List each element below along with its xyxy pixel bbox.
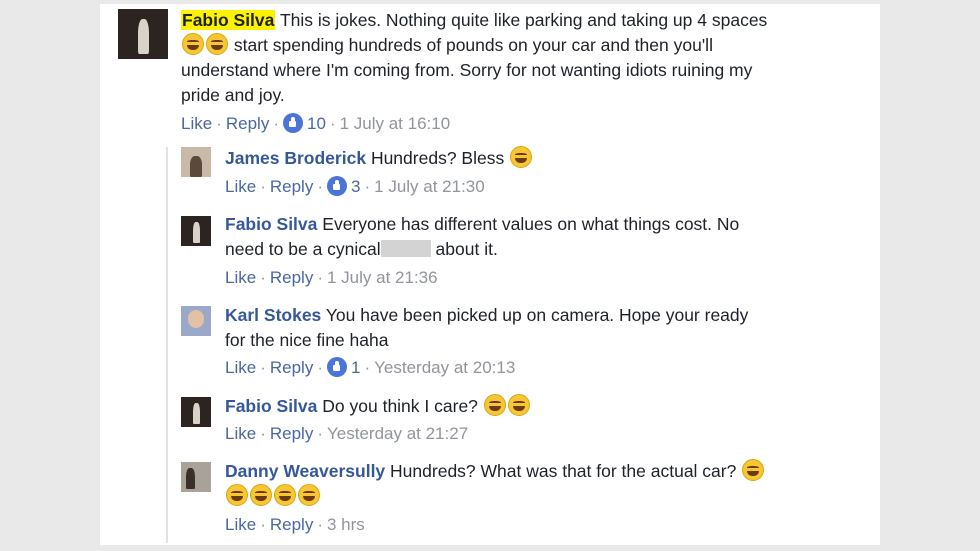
like-link[interactable]: Like <box>225 358 256 377</box>
like-thumb-icon <box>327 357 347 377</box>
tears-of-joy-emoji <box>742 459 765 481</box>
like-count[interactable]: 3 <box>351 177 360 196</box>
comment-meta: Like · Reply · 1 July at 21:36 <box>225 268 438 287</box>
comment-meta: Like · Reply · 3 · 1 July at 21:30 <box>225 176 485 196</box>
censored-word <box>380 240 431 257</box>
reply-link[interactable]: Reply <box>270 424 313 443</box>
tears-of-joy-emoji <box>226 484 248 506</box>
avatar[interactable] <box>181 397 211 427</box>
reply-link[interactable]: Reply <box>270 177 313 196</box>
timestamp[interactable]: 3 hrs <box>327 515 365 534</box>
like-count[interactable]: 1 <box>351 358 360 377</box>
reply-link[interactable]: Reply <box>226 114 269 133</box>
commenter-name[interactable]: Danny Weaversully <box>225 461 385 481</box>
comment-text: pride and joy. <box>181 85 285 105</box>
comment-text: need to be a cynical <box>225 239 381 259</box>
comment-body: Danny Weaversully Hundreds? What was tha… <box>225 459 865 509</box>
tears-of-joy-emoji <box>274 484 296 506</box>
reply-thread-line <box>166 147 168 543</box>
comment-meta: Like · Reply · 1 · Yesterday at 20:13 <box>225 357 516 377</box>
comment-text: Hundreds? What was that for the actual c… <box>390 461 737 481</box>
comment-body: James Broderick Hundreds? Bless <box>225 146 845 171</box>
tears-of-joy-emoji <box>206 33 228 55</box>
tears-of-joy-emoji <box>510 146 533 168</box>
comment-text: Hundreds? Bless <box>370 148 505 168</box>
reply-link[interactable]: Reply <box>270 515 313 534</box>
comment-body: Karl Stokes You have been picked up on c… <box>225 303 845 353</box>
commenter-name[interactable]: James Broderick <box>225 148 366 168</box>
commenter-name[interactable]: Fabio Silva <box>225 396 317 416</box>
timestamp[interactable]: 1 July at 16:10 <box>340 114 451 133</box>
like-link[interactable]: Like <box>225 268 256 287</box>
tears-of-joy-emoji <box>250 484 272 506</box>
timestamp[interactable]: Yesterday at 21:27 <box>327 424 468 443</box>
avatar[interactable] <box>181 147 211 177</box>
avatar[interactable] <box>181 216 211 246</box>
comment-text: for the nice fine haha <box>225 330 389 350</box>
comment-text: start spending hundreds of pounds on you… <box>233 35 713 55</box>
commenter-name[interactable]: Fabio Silva <box>225 214 317 234</box>
comment-text: understand where I'm coming from. Sorry … <box>181 60 753 80</box>
like-link[interactable]: Like <box>225 515 256 534</box>
tears-of-joy-emoji <box>483 394 506 416</box>
commenter-name[interactable]: Fabio Silva <box>181 10 276 30</box>
comment-thread: Fabio Silva This is jokes. Nothing quite… <box>100 4 880 545</box>
like-link[interactable]: Like <box>225 177 256 196</box>
comment-body: Fabio Silva This is jokes. Nothing quite… <box>181 8 841 108</box>
like-count[interactable]: 10 <box>307 114 326 133</box>
commenter-name[interactable]: Karl Stokes <box>225 305 321 325</box>
reply-link[interactable]: Reply <box>270 268 313 287</box>
comment-body: Fabio Silva Do you think I care? <box>225 394 845 419</box>
comment-text: Do you think I care? <box>322 396 478 416</box>
comment-meta: Like · Reply · 10 · 1 July at 16:10 <box>181 113 451 133</box>
like-thumb-icon <box>283 113 303 133</box>
tears-of-joy-emoji <box>298 484 320 506</box>
comment-text: This is jokes. Nothing quite like parkin… <box>279 10 768 30</box>
avatar[interactable] <box>118 9 168 59</box>
comment-body: Fabio Silva Everyone has different value… <box>225 212 845 262</box>
reply-link[interactable]: Reply <box>270 358 313 377</box>
comment-text: Everyone has different values on what th… <box>322 214 740 234</box>
tears-of-joy-emoji <box>182 33 204 55</box>
timestamp[interactable]: Yesterday at 20:13 <box>374 358 515 377</box>
comment-text: You have been picked up on camera. Hope … <box>325 305 749 325</box>
timestamp[interactable]: 1 July at 21:30 <box>374 177 485 196</box>
comment-text: about it. <box>435 239 498 259</box>
tears-of-joy-emoji <box>507 394 530 416</box>
like-thumb-icon <box>327 176 347 196</box>
comment-meta: Like · Reply · 3 hrs <box>225 515 365 534</box>
avatar[interactable] <box>181 306 211 336</box>
like-link[interactable]: Like <box>181 114 212 133</box>
avatar[interactable] <box>181 462 211 492</box>
like-link[interactable]: Like <box>225 424 256 443</box>
comment-meta: Like · Reply · Yesterday at 21:27 <box>225 424 469 443</box>
timestamp[interactable]: 1 July at 21:36 <box>327 268 438 287</box>
